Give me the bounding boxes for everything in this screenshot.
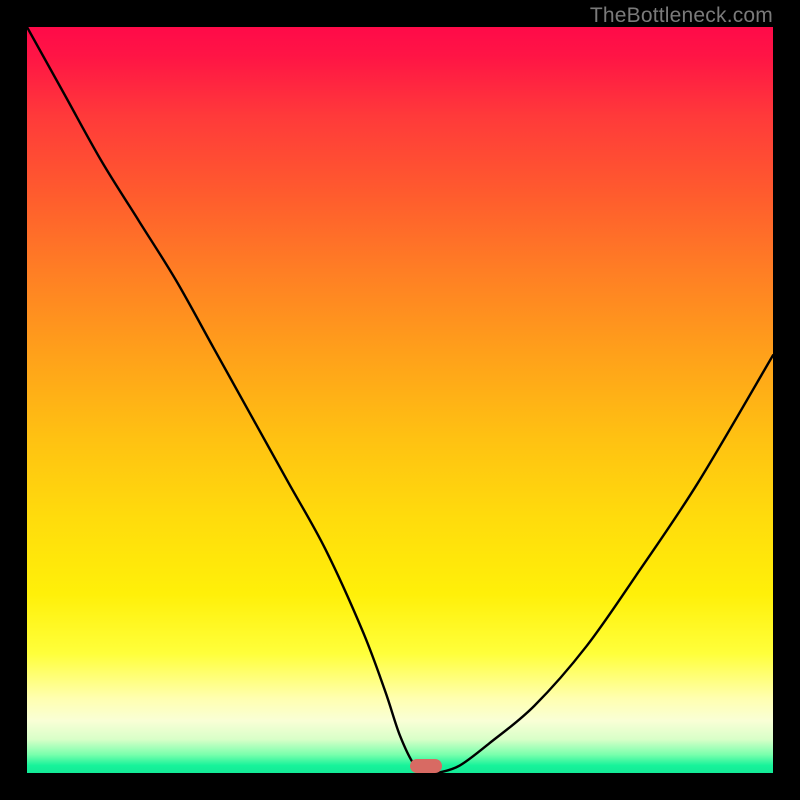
plot-area xyxy=(27,27,773,773)
optimal-point-marker xyxy=(410,759,442,773)
chart-frame: TheBottleneck.com xyxy=(0,0,800,800)
bottleneck-curve xyxy=(27,27,773,773)
watermark-text: TheBottleneck.com xyxy=(590,4,773,28)
